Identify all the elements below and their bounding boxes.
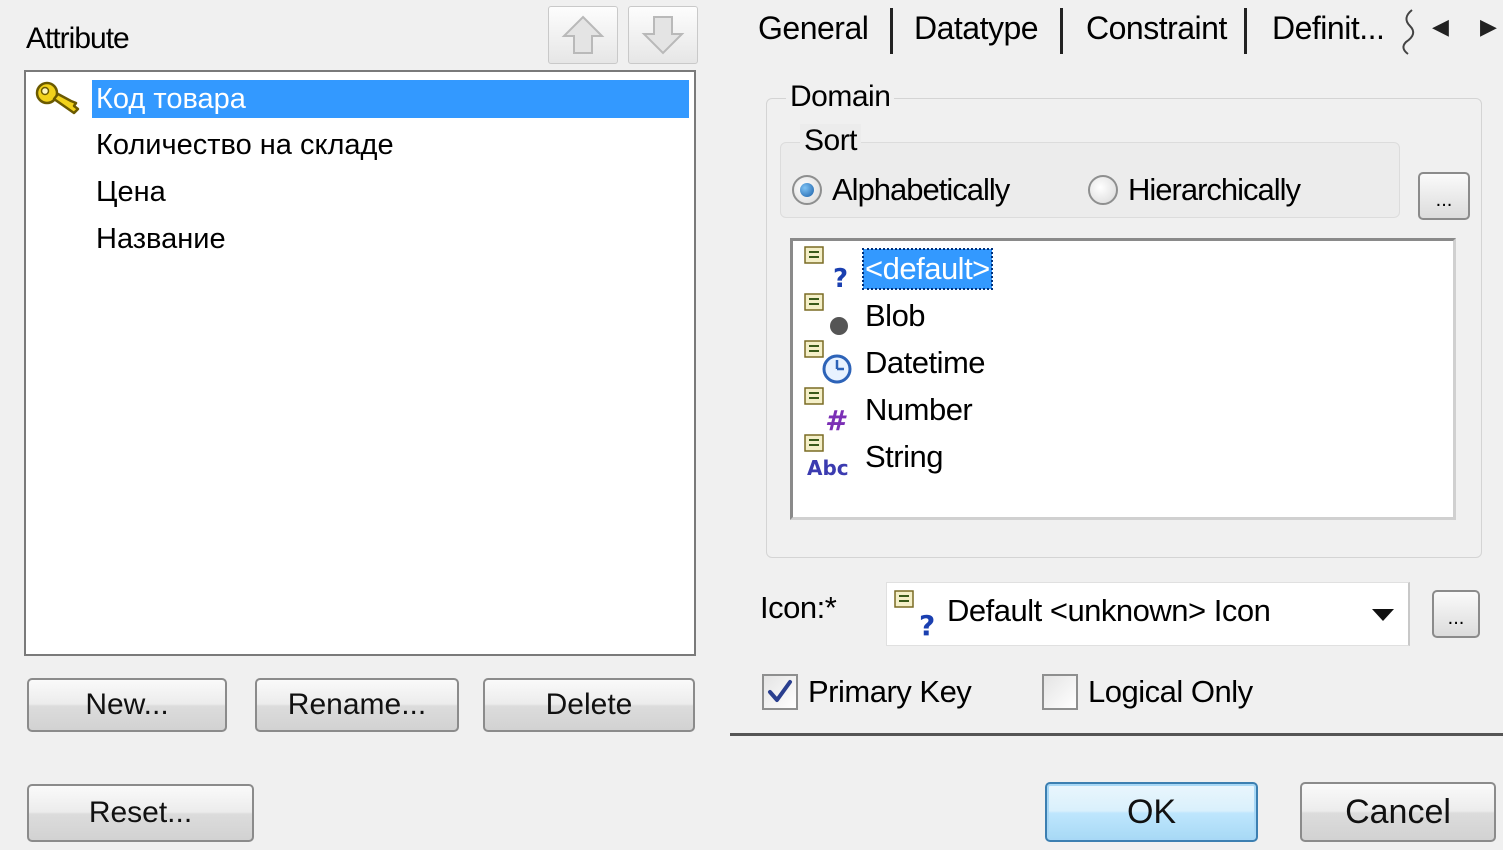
type-item-datetime[interactable]: Datetime [801, 339, 1441, 385]
type-item-number[interactable]: # Number [801, 386, 1441, 432]
attribute-item-tsena[interactable]: Цена [26, 169, 694, 211]
icon-select-value: Default <unknown> Icon [947, 593, 1271, 628]
logical-only-checkbox[interactable]: Logical Only [1042, 674, 1253, 710]
hash-icon: # [804, 387, 847, 432]
sort-alphabetically-radio[interactable]: Alphabetically [792, 172, 1010, 208]
type-item-blob[interactable]: Blob [801, 292, 1441, 338]
checkbox-label: Primary Key [808, 674, 972, 709]
delete-button[interactable]: Delete [483, 678, 695, 732]
radio-button[interactable] [1088, 175, 1118, 205]
tab-separator [890, 8, 893, 54]
dot-icon [804, 293, 848, 335]
attribute-item-kod-tovara[interactable]: Код товара [26, 76, 694, 118]
tab-scroll-right-icon[interactable]: ▶ [1480, 14, 1497, 40]
cancel-button[interactable]: Cancel [1300, 782, 1496, 842]
checkmark-icon [768, 680, 792, 702]
icon-field-label: Icon:* [760, 590, 837, 625]
sort-hierarchically-radio[interactable]: Hierarchically [1088, 172, 1301, 208]
tab-overflow-icon [1402, 9, 1415, 55]
radio-label: Alphabetically [832, 172, 1010, 207]
svg-text:?: ? [919, 609, 935, 641]
svg-text:Abc: Abc [807, 456, 849, 479]
question-mark-icon: ? [804, 246, 848, 291]
radio-button[interactable] [792, 175, 822, 205]
new-button[interactable]: New... [27, 678, 227, 732]
type-item-string[interactable]: Abc String [801, 433, 1441, 479]
checkbox[interactable] [1042, 674, 1078, 710]
type-item-label: Number [865, 392, 973, 427]
attribute-item-label: Цена [96, 176, 166, 208]
tab-strip: General Datatype Constraint Definit... ◀… [730, 0, 1503, 60]
attribute-item-label: Код товара [92, 80, 689, 118]
attribute-list[interactable]: Код товара Количество на складе Цена Наз… [24, 70, 696, 656]
move-down-button[interactable] [628, 6, 698, 64]
properties-panel: General Datatype Constraint Definit... ◀… [730, 0, 1503, 740]
move-up-button[interactable] [548, 6, 618, 64]
key-icon [35, 81, 80, 115]
attribute-item-label: Название [96, 223, 226, 255]
tab-separator [1244, 8, 1247, 54]
type-item-label: Blob [865, 298, 926, 333]
domain-browse-button[interactable]: ... [1418, 172, 1470, 220]
tab-datatype[interactable]: Datatype [900, 6, 1052, 58]
checkbox-label: Logical Only [1088, 674, 1253, 709]
tab-scroll-left-icon[interactable]: ◀ [1432, 14, 1449, 40]
domain-type-list[interactable]: ? <default> Blob Datetime # Number Abc S… [790, 238, 1456, 520]
arrow-down-icon [641, 16, 685, 55]
type-item-label: <default> [862, 248, 993, 290]
sort-label: Sort [800, 124, 862, 158]
attribute-item-nazvanie[interactable]: Название [26, 216, 694, 258]
checkbox[interactable] [762, 674, 798, 710]
attribute-item-label: Количество на складе [96, 129, 394, 161]
tab-separator [1060, 8, 1063, 54]
type-item-label: String [865, 439, 943, 474]
type-item-label: Datetime [865, 345, 986, 380]
radio-selected-dot [800, 183, 814, 197]
attribute-label: Attribute [26, 22, 130, 55]
rename-button[interactable]: Rename... [255, 678, 459, 732]
type-item-default[interactable]: ? <default> [801, 245, 1441, 291]
question-mark-icon: ? [894, 590, 935, 641]
icon-browse-button[interactable]: ... [1432, 590, 1480, 638]
tab-definition[interactable]: Definit... [1258, 6, 1398, 58]
svg-text:#: # [825, 404, 847, 432]
domain-label: Domain [786, 80, 895, 114]
svg-text:?: ? [833, 264, 848, 291]
radio-label: Hierarchically [1128, 172, 1301, 207]
chevron-down-icon[interactable] [1372, 609, 1394, 621]
primary-key-checkbox[interactable]: Primary Key [762, 674, 972, 710]
reset-button[interactable]: Reset... [27, 784, 254, 842]
abc-icon: Abc [804, 434, 849, 479]
attribute-item-kolichestvo[interactable]: Количество на складе [26, 122, 694, 164]
panel-divider [730, 733, 1503, 736]
ok-button[interactable]: OK [1045, 782, 1258, 842]
tab-general[interactable]: General [744, 6, 882, 58]
clock-icon [804, 340, 852, 384]
icon-select[interactable]: ? Default <unknown> Icon [886, 582, 1410, 646]
arrow-up-icon [561, 15, 605, 54]
tab-constraint[interactable]: Constraint [1072, 6, 1241, 58]
